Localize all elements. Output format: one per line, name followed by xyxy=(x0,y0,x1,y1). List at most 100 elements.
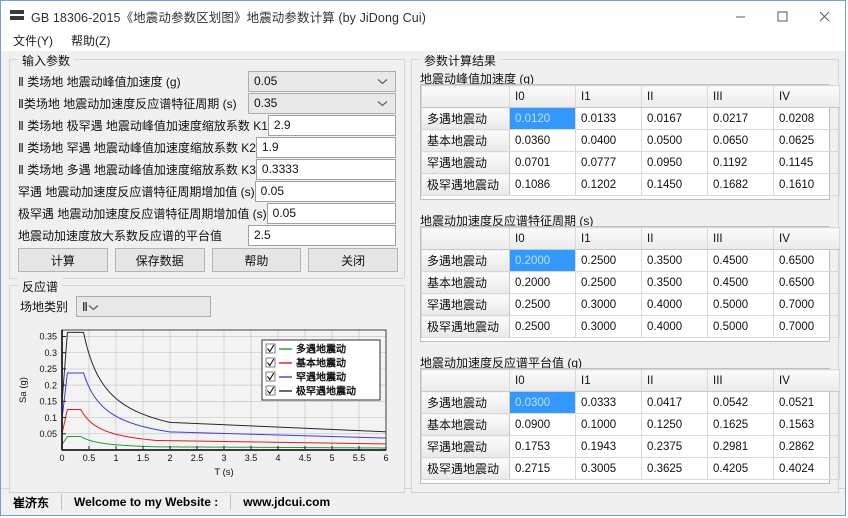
input-row-5: Ⅱ 类场地 多遇 地震动峰值加速度缩放系数 K3 0.3333 xyxy=(18,158,396,180)
table-cell[interactable]: 0.0521 xyxy=(773,391,840,414)
svg-text:5.5: 5.5 xyxy=(353,453,366,463)
table-cell[interactable]: 0.0300 xyxy=(509,391,576,414)
table-cell[interactable]: 0.4500 xyxy=(707,249,774,272)
table-cell[interactable]: 0.0650 xyxy=(707,129,774,152)
table-cell[interactable]: 0.2500 xyxy=(575,249,642,272)
table-row: 极罕遇地震动 0.2715 0.3005 0.3625 0.4205 0.4024 xyxy=(421,457,840,480)
table-cell[interactable]: 0.1202 xyxy=(575,173,642,196)
status-website[interactable]: www.jdcui.com xyxy=(231,493,342,511)
table-cell[interactable]: 0.0542 xyxy=(707,391,774,414)
table-cell[interactable]: 0.2000 xyxy=(509,249,576,272)
table-cell[interactable]: 0.2715 xyxy=(509,457,576,480)
input-field-8[interactable]: 2.5 xyxy=(248,224,396,246)
table-corner-cell xyxy=(421,369,510,392)
table-cell[interactable]: 0.1000 xyxy=(575,413,642,436)
help-button[interactable]: 帮助 xyxy=(211,248,302,272)
input-label-3: Ⅱ 类场地 极罕遇 地震动峰值加速度缩放系数 K1 xyxy=(18,118,268,133)
input-label-1: Ⅱ 类场地 地震动峰值加速度 (g) xyxy=(18,74,181,89)
table-cell[interactable]: 0.2375 xyxy=(641,435,708,458)
table-cell[interactable]: 0.1563 xyxy=(773,413,840,436)
table-cell[interactable]: 0.4000 xyxy=(641,293,708,316)
table-row: 多遇地震动 0.2000 0.2500 0.3500 0.4500 0.6500 xyxy=(421,249,840,272)
table-cell[interactable]: 0.4000 xyxy=(641,315,708,338)
table-cell[interactable]: 0.0167 xyxy=(641,107,708,130)
table-row-header: 罕遇地震动 xyxy=(421,435,510,458)
calculate-button[interactable]: 计算 xyxy=(18,248,108,272)
table-cell[interactable]: 0.6500 xyxy=(773,271,840,294)
table-cell[interactable]: 0.4205 xyxy=(707,457,774,480)
table-cell[interactable]: 0.0333 xyxy=(575,391,642,414)
table-cell[interactable]: 0.0417 xyxy=(641,391,708,414)
table-cell[interactable]: 0.3625 xyxy=(641,457,708,480)
table-cell[interactable]: 0.6500 xyxy=(773,249,840,272)
table-cell[interactable]: 0.0208 xyxy=(773,107,840,130)
input-field-7[interactable]: 0.05 xyxy=(266,202,396,224)
table-column-header-II: II xyxy=(641,85,708,108)
table-cell[interactable]: 0.0120 xyxy=(509,107,576,130)
table-column-header-II: II xyxy=(641,227,708,250)
table-cell[interactable]: 0.7000 xyxy=(773,293,840,316)
status-welcome: Welcome to my Website : xyxy=(74,495,219,509)
input-field-5[interactable]: 0.3333 xyxy=(255,158,396,180)
table-cell[interactable]: 0.1086 xyxy=(509,173,576,196)
menu-item-file[interactable]: 文件(Y) xyxy=(9,31,61,51)
table-cell[interactable]: 0.1625 xyxy=(707,413,774,436)
site-class-select[interactable]: Ⅱ xyxy=(76,296,212,317)
result-table-2[interactable]: I0 I1 II III IV 多遇地震动 0.2000 0.2500 0.3500 0.4500… xyxy=(420,226,840,342)
table-cell[interactable]: 0.1250 xyxy=(641,413,708,436)
table-cell[interactable]: 0.2000 xyxy=(509,271,576,294)
table-cell[interactable]: 0.1450 xyxy=(641,173,708,196)
input-field-3[interactable]: 2.9 xyxy=(267,114,396,136)
table-cell[interactable]: 0.3005 xyxy=(575,457,642,480)
table-cell[interactable]: 0.7000 xyxy=(773,315,840,338)
table-cell[interactable]: 0.0500 xyxy=(641,129,708,152)
table-row: 罕遇地震动 0.2500 0.3000 0.4000 0.5000 0.7000 xyxy=(421,293,840,316)
table-cell[interactable]: 0.1192 xyxy=(707,151,774,174)
input-row-7: 极罕遇 地震动加速度反应谱特征周期增加值 (s) 0.05 xyxy=(18,202,396,224)
table-cell[interactable]: 0.2981 xyxy=(707,435,774,458)
minimize-icon[interactable] xyxy=(719,1,761,31)
table-cell[interactable]: 0.3500 xyxy=(641,249,708,272)
table-cell[interactable]: 0.3000 xyxy=(575,293,642,316)
table-cell[interactable]: 0.0360 xyxy=(509,129,576,152)
result-table-1[interactable]: I0 I1 II III IV 多遇地震动 0.0120 0.0133 0.0167 0.0217… xyxy=(420,84,840,200)
table-cell[interactable]: 0.4500 xyxy=(707,271,774,294)
table-cell[interactable]: 0.4024 xyxy=(773,457,840,480)
table-cell[interactable]: 0.3000 xyxy=(575,315,642,338)
chevron-down-icon xyxy=(377,96,388,110)
table-cell[interactable]: 0.2500 xyxy=(509,293,576,316)
input-field-6[interactable]: 0.05 xyxy=(254,180,396,202)
menu-item-help[interactable]: 帮助(Z) xyxy=(67,31,118,51)
table-cell[interactable]: 0.2500 xyxy=(575,271,642,294)
input-parameters-group: 输入参数 Ⅱ 类场地 地震动峰值加速度 (g) 0.05 Ⅱ类场地 地震动加速度反应… xyxy=(9,52,405,279)
table-row-header: 极罕遇地震动 xyxy=(421,457,510,480)
table-cell[interactable]: 0.0900 xyxy=(509,413,576,436)
input-select-2[interactable]: 0.35 xyxy=(248,92,396,114)
table-cell[interactable]: 0.1145 xyxy=(773,151,840,174)
table-cell[interactable]: 0.3500 xyxy=(641,271,708,294)
table-cell[interactable]: 0.0217 xyxy=(707,107,774,130)
input-select-1[interactable]: 0.05 xyxy=(248,70,396,92)
svg-text:T (s): T (s) xyxy=(214,467,233,478)
table-cell[interactable]: 0.1682 xyxy=(707,173,774,196)
table-cell[interactable]: 0.0777 xyxy=(575,151,642,174)
table-cell[interactable]: 0.0625 xyxy=(773,129,840,152)
save-data-button[interactable]: 保存数据 xyxy=(114,248,205,272)
table-cell[interactable]: 0.1943 xyxy=(575,435,642,458)
input-value-7: 0.05 xyxy=(272,206,297,220)
table-cell[interactable]: 0.5000 xyxy=(707,315,774,338)
table-cell[interactable]: 0.1753 xyxy=(509,435,576,458)
close-icon[interactable] xyxy=(803,1,845,31)
result-table-3[interactable]: I0 I1 II III IV 多遇地震动 0.0300 0.0333 0.0417 0.0542… xyxy=(420,368,840,484)
input-field-4[interactable]: 1.9 xyxy=(255,136,396,158)
table-cell[interactable]: 0.5000 xyxy=(707,293,774,316)
maximize-icon[interactable] xyxy=(761,1,803,31)
table-cell[interactable]: 0.0400 xyxy=(575,129,642,152)
table-cell[interactable]: 0.2500 xyxy=(509,315,576,338)
close-button[interactable]: 关闭 xyxy=(308,248,398,272)
table-cell[interactable]: 0.0133 xyxy=(575,107,642,130)
table-cell[interactable]: 0.1610 xyxy=(773,173,840,196)
table-cell[interactable]: 0.0701 xyxy=(509,151,576,174)
table-cell[interactable]: 0.0950 xyxy=(641,151,708,174)
table-cell[interactable]: 0.2862 xyxy=(773,435,840,458)
